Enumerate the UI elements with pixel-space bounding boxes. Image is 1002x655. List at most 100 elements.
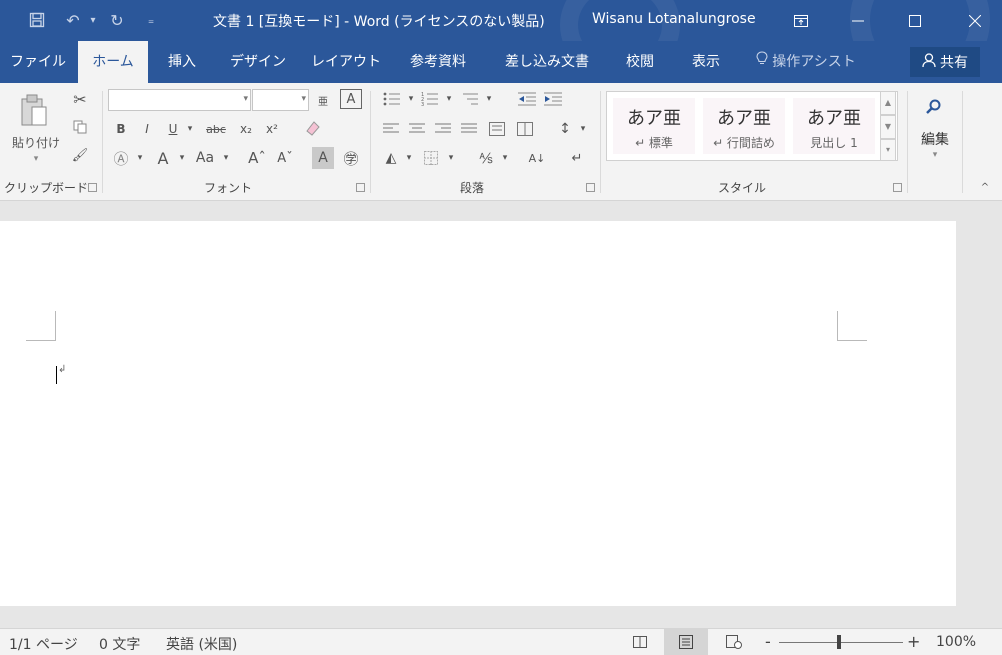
zoom-slider-thumb[interactable] <box>837 635 841 649</box>
print-layout-icon[interactable] <box>664 629 708 655</box>
page-count[interactable]: 1/1 ページ <box>9 634 78 654</box>
multilevel-list-dropdown-icon[interactable]: ▾ <box>484 89 494 109</box>
tab-file[interactable]: ファイル <box>6 41 70 83</box>
maximize-icon[interactable] <box>892 0 938 41</box>
tab-insert[interactable]: 挿入 <box>156 41 208 83</box>
clear-formatting-icon[interactable] <box>302 117 324 139</box>
tab-layout[interactable]: レイアウト <box>306 41 386 83</box>
sort-icon[interactable]: A↓ <box>526 147 548 169</box>
column-width-icon[interactable] <box>514 119 536 139</box>
read-mode-icon[interactable] <box>618 629 662 655</box>
tab-view[interactable]: 表示 <box>680 41 732 83</box>
word-count[interactable]: 0 文字 <box>99 634 140 654</box>
minimize-icon[interactable] <box>835 0 881 41</box>
customize-qat-icon[interactable]: ₌ <box>140 9 162 31</box>
style-normal[interactable]: あア亜 ↵ 標準 <box>613 98 695 154</box>
format-painter-icon[interactable]: 🖌 <box>70 145 90 165</box>
show-formatting-marks-icon[interactable]: ↵ <box>566 147 588 169</box>
underline-icon[interactable]: U <box>164 119 182 139</box>
bullets-icon[interactable] <box>380 89 404 109</box>
zoom-slider-track[interactable] <box>779 642 903 643</box>
enclose-characters-icon[interactable]: ㊫ <box>340 147 362 169</box>
increase-indent-icon[interactable] <box>542 89 564 109</box>
ribbon-display-options-icon[interactable] <box>778 0 824 41</box>
font-color-icon[interactable]: A <box>152 147 174 169</box>
redo-icon[interactable]: ↻ <box>104 9 130 31</box>
underline-dropdown-icon[interactable]: ▾ <box>184 119 196 139</box>
zoom-level[interactable]: 100% <box>936 634 976 650</box>
phonetic-guide-icon[interactable]: 亜 <box>313 89 333 111</box>
superscript-icon[interactable]: x² <box>262 119 282 139</box>
justify-icon[interactable] <box>458 119 480 139</box>
styles-scroll-down-icon[interactable]: ▼ <box>880 115 896 139</box>
cut-icon[interactable]: ✂ <box>70 89 90 109</box>
font-launcher-icon[interactable] <box>356 183 365 192</box>
font-color-dropdown-icon[interactable]: ▾ <box>176 147 188 169</box>
align-center-icon[interactable] <box>406 119 428 139</box>
tab-home[interactable]: ホーム <box>78 41 148 83</box>
styles-more-icon[interactable]: ▾ <box>880 139 896 161</box>
search-icon[interactable] <box>918 91 950 123</box>
shading-icon[interactable]: ◭ <box>380 147 402 169</box>
align-right-icon[interactable] <box>432 119 454 139</box>
language-indicator[interactable]: 英語 (米国) <box>166 634 237 654</box>
paste-dropdown-icon[interactable]: ▾ <box>28 153 44 165</box>
character-shading-icon[interactable]: A <box>312 147 334 169</box>
line-spacing-icon[interactable]: ↕ <box>554 119 576 139</box>
numbering-dropdown-icon[interactable]: ▾ <box>444 89 454 109</box>
document-page[interactable]: ↲ <box>0 221 956 606</box>
character-border-icon[interactable]: A <box>340 89 362 109</box>
borders-dropdown-icon[interactable]: ▾ <box>446 147 456 169</box>
bullets-dropdown-icon[interactable]: ▾ <box>406 89 416 109</box>
bold-icon[interactable]: B <box>112 119 130 139</box>
font-name-combo[interactable]: ▾ <box>108 89 251 111</box>
numbering-icon[interactable]: 123 <box>418 89 442 109</box>
tab-design[interactable]: デザイン <box>222 41 294 83</box>
undo-dropdown-icon[interactable]: ▾ <box>86 9 100 31</box>
distributed-icon[interactable] <box>486 119 508 139</box>
paste-icon[interactable] <box>14 91 54 131</box>
undo-icon[interactable]: ↶ <box>60 9 86 31</box>
text-effects-dropdown-icon[interactable]: ▾ <box>134 147 146 169</box>
styles-launcher-icon[interactable] <box>893 183 902 192</box>
editing-dropdown-icon[interactable]: ▾ <box>928 149 942 161</box>
style-heading-1[interactable]: あア亜 見出し 1 <box>793 98 875 154</box>
multilevel-list-icon[interactable] <box>458 89 482 109</box>
decrease-indent-icon[interactable] <box>516 89 538 109</box>
paragraph-launcher-icon[interactable] <box>586 183 595 192</box>
align-left-icon[interactable] <box>380 119 402 139</box>
change-case-dropdown-icon[interactable]: ▾ <box>220 147 232 169</box>
zoom-in-button[interactable]: + <box>907 632 920 651</box>
shrink-font-icon[interactable]: Aˇ <box>274 147 296 169</box>
document-area: ↲ <box>0 201 1002 606</box>
collapse-ribbon-icon[interactable]: ^ <box>976 179 994 195</box>
zoom-out-button[interactable]: - <box>765 632 771 651</box>
shading-dropdown-icon[interactable]: ▾ <box>404 147 414 169</box>
save-icon[interactable] <box>24 9 50 31</box>
line-spacing-dropdown-icon[interactable]: ▾ <box>578 119 588 139</box>
paste-button[interactable]: 貼り付け <box>6 133 66 151</box>
subscript-icon[interactable]: x₂ <box>236 119 256 139</box>
change-case-icon[interactable]: Aa <box>192 147 218 169</box>
asian-layout-dropdown-icon[interactable]: ▾ <box>500 147 510 169</box>
asian-layout-icon[interactable]: ⅍ <box>474 147 498 169</box>
editing-button[interactable]: 編集 <box>912 129 958 149</box>
grow-font-icon[interactable]: Aˆ <box>246 147 268 169</box>
tab-review[interactable]: 校閲 <box>614 41 666 83</box>
borders-icon[interactable] <box>420 147 442 169</box>
clipboard-launcher-icon[interactable] <box>88 183 97 192</box>
strikethrough-icon[interactable]: abc <box>203 119 229 139</box>
text-effects-icon[interactable]: Ⓐ <box>110 147 132 169</box>
italic-icon[interactable]: I <box>138 119 156 139</box>
tab-references[interactable]: 参考資料 <box>398 41 478 83</box>
styles-scroll-up-icon[interactable]: ▲ <box>880 91 896 115</box>
close-icon[interactable] <box>952 0 998 41</box>
web-layout-icon[interactable] <box>712 629 756 655</box>
tab-mailings[interactable]: 差し込み文書 <box>494 41 600 83</box>
style-no-spacing[interactable]: あア亜 ↵ 行間詰め <box>703 98 785 154</box>
tell-me-box[interactable]: 操作アシスト <box>752 41 860 83</box>
user-name[interactable]: Wisanu Lotanalungrose <box>592 11 756 27</box>
font-size-combo[interactable]: ▾ <box>252 89 309 111</box>
share-button[interactable]: 共有 <box>910 47 980 77</box>
copy-icon[interactable] <box>70 117 90 137</box>
